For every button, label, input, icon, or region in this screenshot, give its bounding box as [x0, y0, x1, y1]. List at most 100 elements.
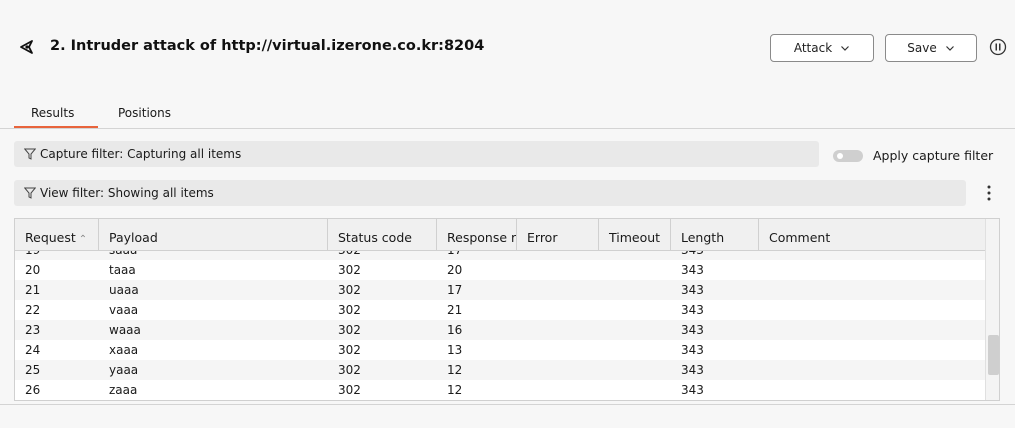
attack-button-label: Attack: [793, 41, 833, 55]
capture-filter-bar[interactable]: Capture filter: Capturing all items: [14, 141, 819, 167]
cell-request: 20: [25, 263, 41, 277]
column-header-status-code[interactable]: Status code: [328, 219, 437, 251]
tab-positions[interactable]: Positions: [118, 106, 171, 128]
column-header-length[interactable]: Length: [671, 219, 759, 251]
results-table: Request⌃ Payload Status code Response r.…: [14, 218, 1000, 401]
cell-comment: [759, 260, 769, 280]
cell-status-code: 302: [338, 383, 361, 397]
attack-header: 2. Intruder attack of http://virtual.ize…: [0, 0, 1015, 100]
table-body: 19 saaa 302 17 343 20 taaa 302 20 343 21 uaaa 302 17 3…: [15, 251, 985, 400]
cell-length: 343: [681, 303, 704, 317]
divider: [0, 404, 1015, 405]
column-header-payload[interactable]: Payload: [99, 219, 328, 251]
table-row[interactable]: 20 taaa 302 20 343: [15, 260, 985, 280]
cell-comment: [759, 251, 769, 260]
cell-error: [517, 260, 527, 280]
cell-length: 343: [681, 283, 704, 297]
save-button[interactable]: Save: [885, 34, 977, 62]
cell-payload: xaaa: [109, 343, 139, 357]
view-filter-label: View filter: Showing all items: [40, 186, 214, 200]
cell-response-received: 20: [447, 263, 463, 277]
cell-error: [517, 320, 527, 340]
cell-error: [517, 380, 527, 400]
cell-payload: vaaa: [109, 303, 139, 317]
cell-error: [517, 360, 527, 380]
cell-error: [517, 280, 527, 300]
filter-icon: [24, 148, 36, 160]
table-row[interactable]: 23 waaa 302 16 343: [15, 320, 985, 340]
cell-timeout: [599, 360, 609, 380]
cell-response-received: 12: [447, 363, 463, 377]
tab-results[interactable]: Results: [14, 106, 98, 128]
cell-comment: [759, 300, 769, 320]
cell-status-code: 302: [338, 263, 361, 277]
cell-response-received: 21: [447, 303, 463, 317]
cell-timeout: [599, 260, 609, 280]
cell-request: 24: [25, 343, 41, 357]
cell-payload: zaaa: [109, 383, 138, 397]
capture-filter-label: Capture filter: Capturing all items: [40, 147, 242, 161]
cell-comment: [759, 380, 769, 400]
table-row[interactable]: 21 uaaa 302 17 343: [15, 280, 985, 300]
view-filter-bar[interactable]: View filter: Showing all items: [14, 180, 966, 206]
cell-error: [517, 251, 527, 260]
cell-payload: taaa: [109, 263, 136, 277]
cell-payload: yaaa: [109, 363, 139, 377]
toggle-knob: [837, 153, 843, 159]
apply-capture-filter-toggle[interactable]: [833, 150, 863, 162]
cell-length: 343: [681, 323, 704, 337]
cell-request: 22: [25, 303, 41, 317]
cell-response-received: 16: [447, 323, 463, 337]
pause-icon[interactable]: [989, 38, 1007, 56]
cell-length: 343: [681, 363, 704, 377]
table-row[interactable]: 26 zaaa 302 12 343: [15, 380, 985, 400]
attack-button[interactable]: Attack: [770, 34, 874, 62]
cell-response-received: 17: [437, 251, 462, 260]
cell-timeout: [599, 320, 609, 340]
cell-request: 23: [25, 323, 41, 337]
cell-error: [517, 340, 527, 360]
crosshair-arrow-icon: [20, 40, 33, 54]
column-header-response-received[interactable]: Response r...: [437, 219, 517, 251]
cell-timeout: [599, 300, 609, 320]
cell-timeout: [599, 251, 609, 260]
cell-payload: uaaa: [109, 283, 139, 297]
cell-request: 25: [25, 363, 41, 377]
cell-comment: [759, 340, 769, 360]
table-row[interactable]: 24 xaaa 302 13 343: [15, 340, 985, 360]
cell-length: 343: [681, 383, 704, 397]
cell-comment: [759, 280, 769, 300]
apply-capture-filter-label: Apply capture filter: [873, 148, 994, 163]
cell-timeout: [599, 380, 609, 400]
cell-status-code: 302: [338, 283, 361, 297]
save-button-label: Save: [907, 41, 937, 55]
table-row[interactable]: 22 vaaa 302 21 343: [15, 300, 985, 320]
table-row[interactable]: 19 saaa 302 17 343: [15, 251, 985, 260]
scrollbar-thumb[interactable]: [988, 335, 999, 375]
cell-request: 21: [25, 283, 41, 297]
cell-comment: [759, 320, 769, 340]
vertical-scrollbar[interactable]: [985, 219, 999, 400]
column-header-error[interactable]: Error: [517, 219, 599, 251]
cell-request: 19: [15, 251, 40, 260]
column-header-request[interactable]: Request ⌃: [15, 219, 99, 251]
filter-icon: [24, 187, 36, 199]
cell-error: [517, 300, 527, 320]
cell-length: 343: [681, 343, 704, 357]
cell-request: 26: [25, 383, 41, 397]
cell-length: 343: [681, 263, 704, 277]
cell-status-code: 302: [338, 363, 361, 377]
more-options-icon[interactable]: [986, 184, 992, 202]
cell-timeout: [599, 280, 609, 300]
cell-response-received: 17: [447, 283, 463, 297]
sort-ascending-icon: ⌃: [78, 234, 88, 245]
table-row[interactable]: 25 yaaa 302 12 343: [15, 360, 985, 380]
tab-bar: Results Positions: [0, 100, 1015, 129]
column-header-timeout[interactable]: Timeout: [599, 219, 671, 251]
table-header: Request⌃ Payload Status code Response r.…: [15, 219, 985, 251]
chevron-down-icon: [841, 46, 850, 51]
column-header-comment[interactable]: Comment: [759, 219, 985, 251]
cell-status-code: 302: [338, 303, 361, 317]
chevron-down-icon: [945, 46, 954, 51]
cell-comment: [759, 360, 769, 380]
